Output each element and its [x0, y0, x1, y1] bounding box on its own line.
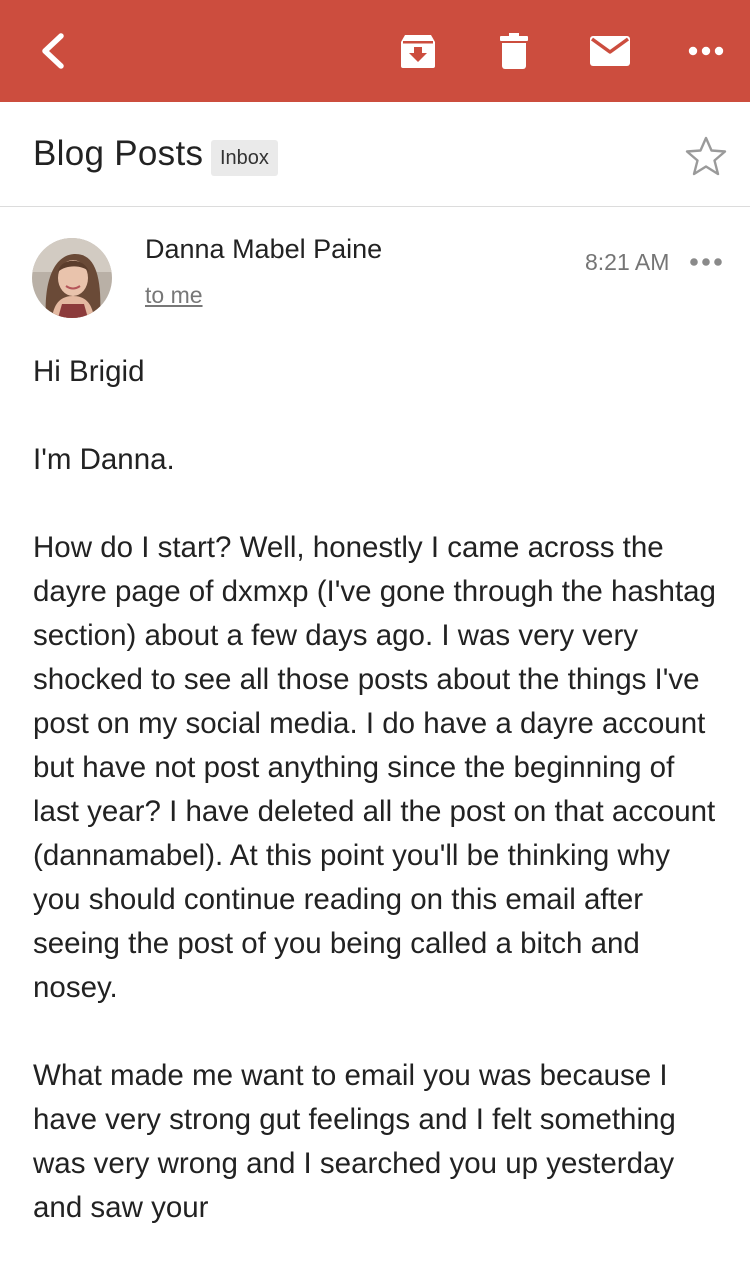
- more-horizontal-icon: [690, 258, 722, 266]
- more-horizontal-icon: [688, 46, 724, 56]
- body-paragraph: How do I start? Well, honestly I came ac…: [33, 531, 716, 1004]
- message-more-button[interactable]: [684, 244, 728, 280]
- back-button[interactable]: [20, 0, 92, 102]
- star-outline-icon: [685, 136, 727, 176]
- mark-unread-button[interactable]: [576, 0, 644, 102]
- inbox-label-badge[interactable]: Inbox: [211, 140, 278, 176]
- star-button[interactable]: [680, 130, 732, 182]
- body-paragraph: Hi Brigid: [33, 355, 145, 388]
- mail-icon: [590, 36, 630, 66]
- sender-name[interactable]: Danna Mabel Paine: [145, 234, 382, 265]
- delete-button[interactable]: [480, 0, 548, 102]
- app-bar: [0, 0, 750, 102]
- recipient-details-link[interactable]: to me: [145, 282, 203, 309]
- message-body: Hi Brigid I'm Danna. How do I start? Wel…: [33, 350, 723, 1274]
- avatar-photo: [32, 238, 112, 318]
- arrow-back-icon: [42, 33, 64, 69]
- more-options-button[interactable]: [672, 0, 740, 102]
- body-paragraph: I'm Danna.: [33, 443, 175, 476]
- archive-icon: [401, 35, 435, 68]
- trash-icon: [500, 33, 528, 69]
- email-subject: Blog Posts: [33, 134, 204, 173]
- message-time: 8:21 AM: [585, 249, 670, 275]
- sender-avatar[interactable]: [32, 238, 112, 318]
- body-paragraph: What made me want to email you was becau…: [33, 1059, 676, 1224]
- subject-row: Blog Posts Inbox: [0, 102, 750, 207]
- archive-button[interactable]: [384, 0, 452, 102]
